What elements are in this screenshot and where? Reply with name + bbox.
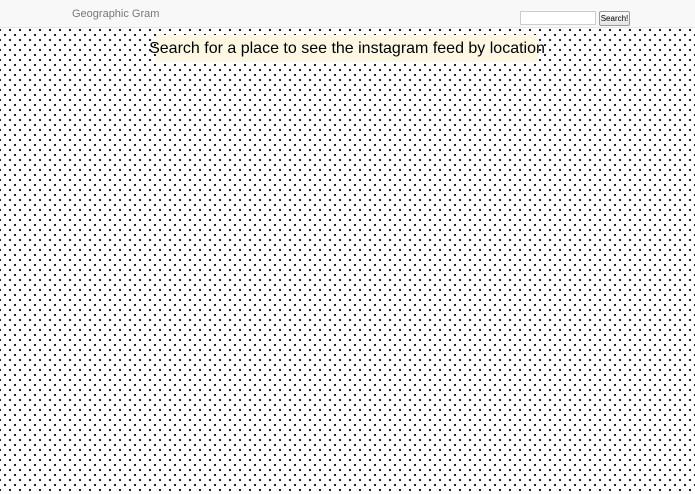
search-button[interactable]: Search!	[599, 11, 630, 26]
search-input[interactable]	[520, 11, 596, 25]
search-prompt-banner: Search for a place to see the instagram …	[149, 35, 545, 62]
brand-link[interactable]: Geographic Gram	[72, 8, 159, 20]
top-navbar: Geographic Gram Search!	[0, 0, 695, 28]
search-prompt-text: Search for a place to see the instagram …	[149, 39, 545, 57]
